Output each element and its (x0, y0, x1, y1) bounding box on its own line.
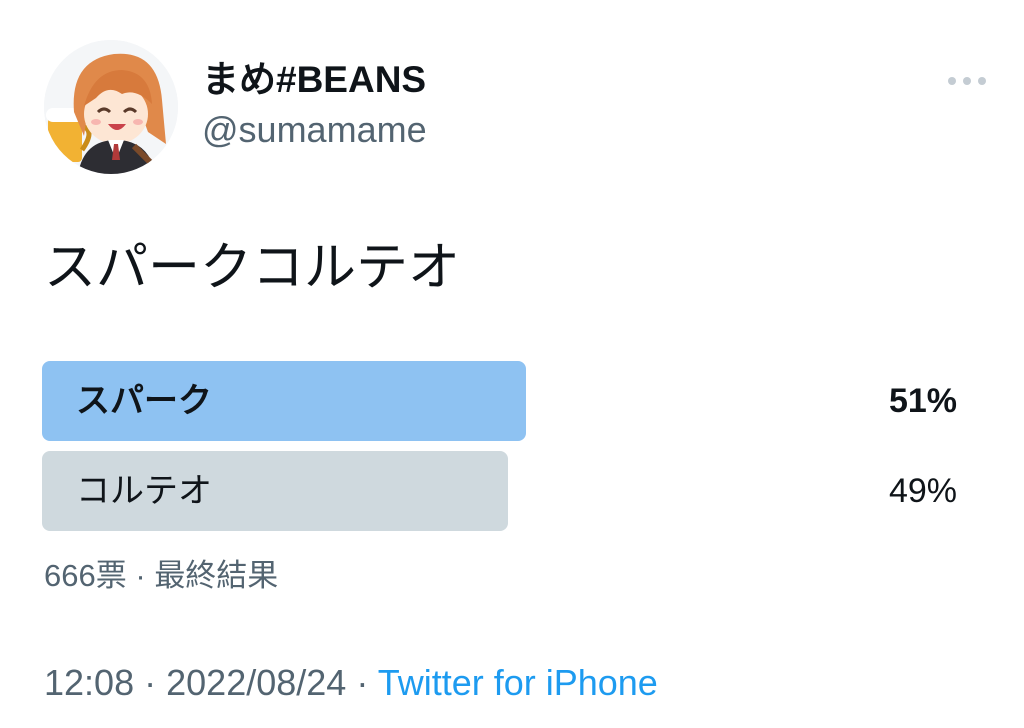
more-horizontal-icon (948, 77, 986, 85)
tweet-source-link[interactable]: Twitter for iPhone (378, 662, 658, 703)
poll-status: 最終結果 (154, 558, 279, 593)
poll-option-1: スパーク 51% (42, 361, 957, 441)
author-display-name[interactable]: まめ#BEANS (202, 58, 426, 102)
separator: · (135, 558, 146, 593)
poll-option-label: コルテオ (76, 472, 212, 510)
poll-option-percent: 51% (888, 382, 957, 420)
avatar[interactable] (44, 40, 178, 174)
tweet-date[interactable]: 2022/08/24 (166, 662, 346, 703)
avatar-illustration (44, 40, 178, 174)
tweet-footer: 12:08 · 2022/08/24 · Twitter for iPhone (44, 660, 658, 706)
poll-option-label: スパーク (76, 382, 212, 420)
poll-option-percent: 49% (888, 472, 957, 510)
tweet-text: スパークコルテオ (44, 239, 461, 297)
separator: · (356, 662, 369, 703)
poll-vote-count: 666票 (44, 558, 127, 593)
tweet-time[interactable]: 12:08 (44, 662, 134, 703)
poll-results-summary: 666票 · 最終結果 (44, 556, 278, 596)
author-handle[interactable]: @sumamame (202, 108, 427, 152)
separator: · (144, 662, 157, 703)
poll-option-2: コルテオ 49% (42, 451, 957, 531)
more-options-button[interactable] (944, 66, 990, 96)
